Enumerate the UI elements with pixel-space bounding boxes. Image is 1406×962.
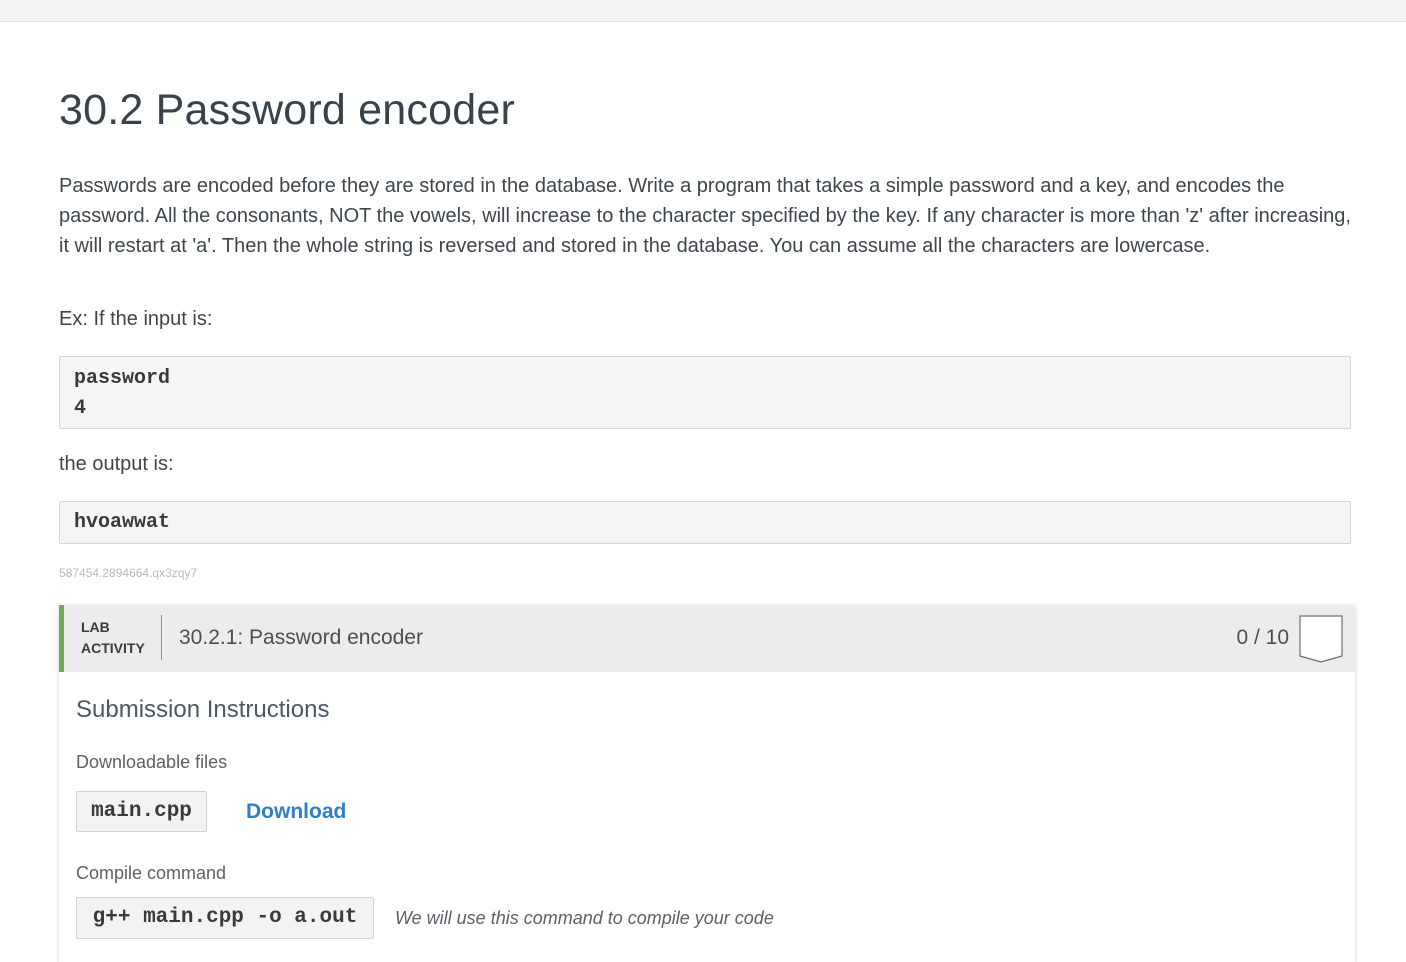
reference-id: 587454.2894664.qx3zqy7 <box>59 566 198 580</box>
submission-instructions-title: Submission Instructions <box>76 696 330 723</box>
download-link[interactable]: Download <box>246 800 346 824</box>
downloadable-files-label: Downloadable files <box>76 752 228 772</box>
example-input-line: password <box>74 367 171 390</box>
compile-command-chip: g++ main.cpp -o a.out <box>76 897 374 939</box>
example-output-block: hvoawwat <box>59 501 1351 544</box>
lab-kind-line: ACTIVITY <box>81 640 145 656</box>
lab-kind-line: LAB <box>81 619 110 635</box>
compile-command-note: We will use this command to compile your… <box>395 908 774 928</box>
compile-command-label: Compile command <box>76 863 227 883</box>
page-title: 30.2 Password encoder <box>59 86 515 134</box>
file-name-chip: main.cpp <box>76 791 207 832</box>
header-divider <box>161 615 162 660</box>
score-badge-icon <box>1299 615 1343 663</box>
example-output-line: hvoawwat <box>74 511 171 534</box>
top-toolbar-strip <box>0 0 1406 22</box>
lab-activity-kind: LAB ACTIVITY <box>81 617 145 659</box>
lab-activity-header[interactable]: LAB ACTIVITY 30.2.1: Password encoder 0 … <box>59 605 1355 672</box>
lab-activity-card: LAB ACTIVITY 30.2.1: Password encoder 0 … <box>59 605 1355 962</box>
example-input-block: password 4 <box>59 356 1351 429</box>
problem-description: Passwords are encoded before they are st… <box>59 175 1351 257</box>
example-output-intro: the output is: <box>59 453 174 475</box>
example-input-intro: Ex: If the input is: <box>59 308 213 330</box>
lab-activity-title: 30.2.1: Password encoder <box>179 626 423 649</box>
lab-score: 0 / 10 <box>1236 626 1289 649</box>
example-input-line: 4 <box>74 397 87 420</box>
